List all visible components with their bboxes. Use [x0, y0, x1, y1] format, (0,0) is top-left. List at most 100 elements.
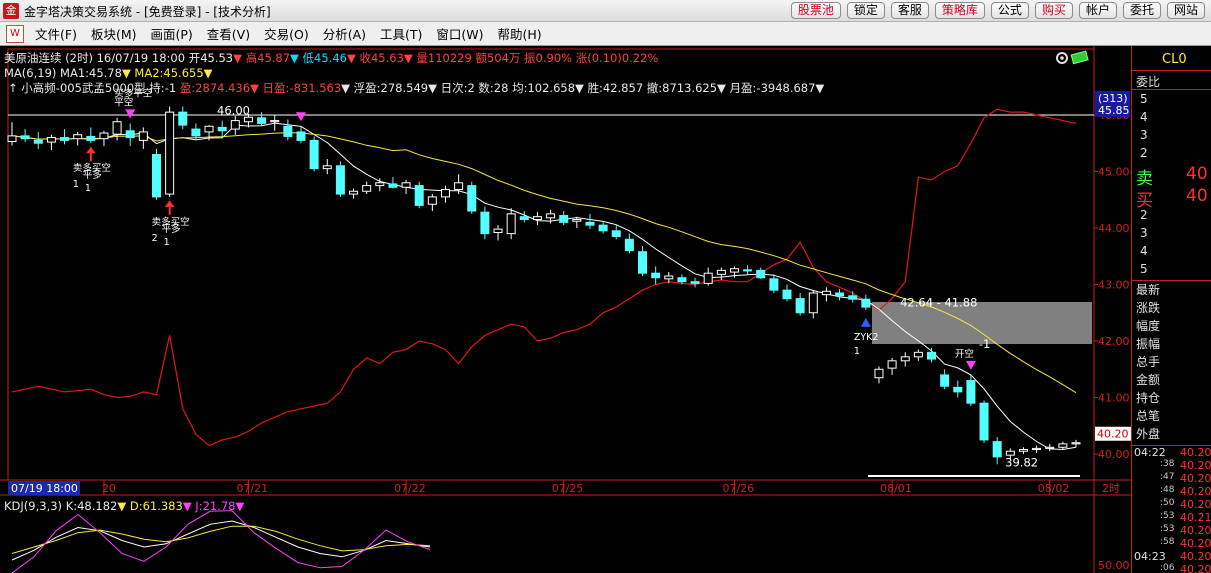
header-segment: KDJ(9,3,3)	[4, 499, 66, 513]
y-tick-label: 45.00	[1098, 165, 1130, 178]
title-button-5[interactable]: 购买	[1034, 2, 1073, 19]
chart-canvas[interactable]: 46.0042.64 - 41.8839.82-1 卖多买空平多1 1平空买多平空…	[0, 46, 1131, 573]
quote-panel: CL0 委比 5 4 3 2 卖 40 买 40 2 3 4 5 最新 涨跌 幅度 振幅 总手 金额 持仓 总笔 外盘…	[1131, 46, 1211, 573]
menu-item-7[interactable]: 窗口(W)	[429, 24, 490, 43]
x-tick-label: 08/02	[1038, 482, 1070, 495]
menu-items: 文件(F) 板块(M) 画面(P) 查看(V) 交易(O) 分析(A) 工具(T) 窗口(W)…	[28, 24, 549, 43]
stat-label: 幅度	[1136, 319, 1161, 333]
menu-item-2[interactable]: 画面(P)	[144, 24, 200, 43]
title-bar: 金 金字塔决策交易系统 - [免费登录] - [技术分析] 股票池 锁定 客服 策略库…	[0, 0, 1211, 22]
tick-price: 40.20	[1180, 550, 1211, 563]
header-segment: ▼ D:61.383	[117, 499, 182, 513]
sell-level-index: 5	[1140, 92, 1148, 106]
candle[interactable]	[335, 161, 345, 197]
header-line-2: MA(6,19) MA1:45.78▼ MA2:45.655▼	[4, 66, 213, 80]
header-segment: ▼ 浮盈:278.549▼ 日次:2 数:28 均:102.658▼ 胜:42.…	[341, 81, 824, 95]
y-tick-label: 41.00	[1098, 392, 1130, 405]
header-segment: ▼	[236, 499, 245, 513]
tick-time: :50	[1160, 498, 1175, 508]
price-annotation: 39.82	[1005, 456, 1038, 470]
menu-item-0[interactable]: 文件(F)	[28, 24, 84, 43]
tick-price: 40.20	[1180, 459, 1211, 472]
menu-item-8[interactable]: 帮助(H)	[491, 24, 549, 43]
menu-item-4[interactable]: 交易(O)	[257, 24, 316, 43]
price-annotation: -1	[979, 337, 990, 351]
quote-separator	[1132, 89, 1211, 90]
x-tick-label: 07/21	[236, 482, 268, 495]
y-tick-label: 40.00	[1098, 448, 1130, 461]
tick-price: 40.20	[1180, 485, 1211, 498]
sell-price: 40	[1186, 164, 1208, 184]
x-tick-label: 20	[102, 482, 116, 495]
window-title: 金字塔决策交易系统 - [免费登录] - [技术分析]	[24, 5, 271, 19]
buy-level-index: 3	[1140, 226, 1148, 240]
tick-time: :48	[1160, 485, 1175, 495]
top-price-label: 45.85	[1098, 104, 1130, 117]
title-button-1[interactable]: 锁定	[846, 2, 885, 19]
header-segment: ▼	[204, 66, 213, 80]
period-label: 2时	[1102, 482, 1120, 495]
header-segment: ▼ 日盈:-831.563	[250, 81, 341, 95]
quote-separator	[1132, 280, 1211, 281]
tick-time: 04:23	[1134, 550, 1166, 563]
candle[interactable]	[414, 181, 424, 209]
last-price-tag: 40.20	[1095, 426, 1131, 441]
y-tick-label: 44.00	[1098, 222, 1130, 235]
tick-price: 40.20	[1180, 446, 1211, 459]
title-button-6[interactable]: 帐户	[1078, 2, 1117, 19]
tick-price: 40.21	[1180, 511, 1211, 524]
tick-time: :47	[1160, 472, 1175, 482]
header-segment: 美原油连续 (2时) 16/07/19 18:00 开45.53	[4, 51, 233, 65]
title-button-3[interactable]: 策略库	[934, 2, 985, 19]
title-button-7[interactable]: 委托	[1122, 2, 1161, 19]
stat-label: 最新	[1136, 283, 1161, 297]
signal-label: 1	[854, 346, 860, 357]
weibi-label: 委比	[1136, 75, 1161, 89]
buy-level-index: 4	[1140, 244, 1148, 258]
title-button-8[interactable]: 网站	[1166, 2, 1205, 19]
tick-time: :38	[1160, 459, 1175, 469]
candle[interactable]	[165, 106, 175, 197]
title-button-4[interactable]: 公式	[990, 2, 1029, 19]
top-price-tag: (313)45.85	[1095, 91, 1130, 117]
header-line-3: ↑ 小高频-005武孟5000型 持:-1 盈:2874.436▼ 日盈:-83…	[8, 81, 824, 95]
menu-item-3[interactable]: 查看(V)	[200, 24, 257, 43]
signal-label: 开空	[955, 348, 974, 360]
stat-label: 金额	[1136, 373, 1161, 387]
sell-level-index: 3	[1140, 128, 1148, 142]
header-segment: ▼ 量110229 额504万 振0.90% 涨(0.10)0.22%	[404, 51, 659, 65]
quote-symbol: CL0	[1162, 52, 1187, 67]
stat-label: 持仓	[1136, 391, 1161, 405]
y-tick-label: 42.00	[1098, 335, 1130, 348]
title-button-2[interactable]: 客服	[890, 2, 929, 19]
signal-label: 平多	[83, 169, 102, 181]
buy-price: 40	[1186, 186, 1208, 206]
stat-label: 外盘	[1136, 427, 1161, 441]
candle[interactable]	[309, 136, 319, 172]
tick-price: 40.20	[1180, 498, 1211, 511]
header-segment: 盈:2874.436	[180, 81, 250, 95]
stat-label: 总手	[1136, 355, 1161, 369]
candle[interactable]	[467, 181, 477, 214]
signal-label: 1	[85, 183, 91, 194]
tick-price: 40.20	[1180, 524, 1211, 537]
signal-label: ZYK2	[854, 332, 879, 343]
sell-level-index: 2	[1140, 146, 1148, 160]
cursor-date-label: 07/19 18:00	[11, 482, 78, 495]
tick-price: 40.20	[1180, 537, 1211, 550]
app-icon: 金	[3, 3, 19, 19]
price-annotation: 42.64 - 41.88	[900, 296, 977, 310]
menu-item-6[interactable]: 工具(T)	[373, 24, 429, 43]
menu-logo-icon[interactable]: W	[6, 24, 24, 43]
header-segment: K:48.182	[66, 499, 118, 513]
header-segment: ▼ 低45.46	[290, 51, 347, 65]
tick-price: 40.20	[1180, 563, 1211, 573]
candle[interactable]	[151, 148, 161, 200]
candle[interactable]	[979, 400, 989, 443]
stat-label: 振幅	[1136, 337, 1161, 351]
stat-label: 涨跌	[1136, 301, 1161, 315]
title-button-0[interactable]: 股票池	[790, 2, 841, 19]
title-toolbar: 股票池 锁定 客服 策略库 公式 购买 帐户 委托 网站	[790, 2, 1205, 19]
menu-item-5[interactable]: 分析(A)	[316, 24, 373, 43]
menu-item-1[interactable]: 板块(M)	[84, 24, 144, 43]
